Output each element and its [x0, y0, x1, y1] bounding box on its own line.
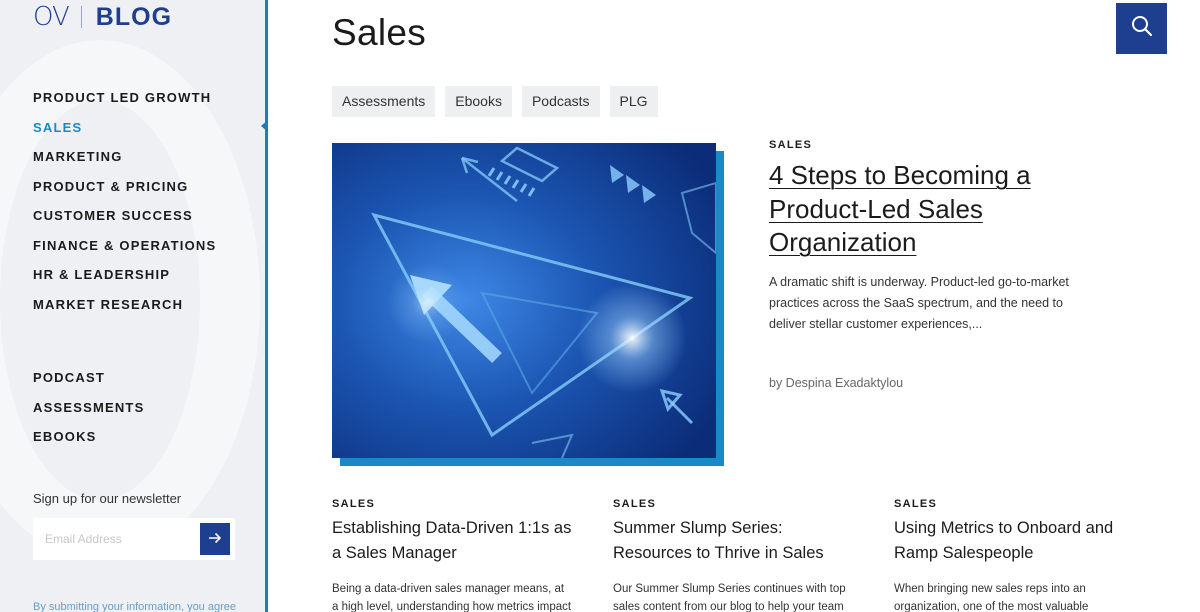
featured-article-image[interactable]: [332, 143, 724, 466]
logo-text: BLOG: [95, 2, 173, 31]
article-card[interactable]: SALES Establishing Data-Driven 1:1s as a…: [332, 498, 572, 612]
sidebar: OV BLOG PRODUCT LED GROWTH SALES MARKETI…: [0, 0, 268, 612]
email-field[interactable]: [33, 518, 200, 560]
nav-item-marketing[interactable]: MARKETING: [33, 147, 216, 177]
nav-item-assessments[interactable]: ASSESSMENTS: [33, 398, 144, 428]
resource-nav: PODCAST ASSESSMENTS EBOOKS: [33, 368, 144, 457]
article-title[interactable]: Using Metrics to Onboard and Ramp Salesp…: [894, 516, 1134, 566]
article-title[interactable]: Summer Slump Series: Resources to Thrive…: [613, 516, 853, 566]
tag-assessments[interactable]: Assessments: [332, 86, 436, 117]
article-card[interactable]: SALES Using Metrics to Onboard and Ramp …: [894, 498, 1134, 612]
article-excerpt: Our Summer Slump Series continues with t…: [613, 583, 846, 612]
nav-item-market-research[interactable]: MARKET RESEARCH: [33, 295, 216, 325]
logo-mark: OV: [33, 2, 70, 32]
newsletter-form: [33, 518, 235, 560]
nav-item-sales[interactable]: SALES: [33, 118, 216, 148]
featured-article-author: by Despina Exadaktylou: [769, 376, 904, 390]
newsletter-submit-button[interactable]: [200, 523, 230, 555]
article-excerpt: When bringing new sales reps into an org…: [894, 583, 1089, 612]
search-button[interactable]: [1116, 3, 1167, 54]
article-category[interactable]: SALES: [894, 498, 1134, 510]
newsletter-disclaimer[interactable]: By submitting your information, you agre…: [33, 601, 236, 612]
active-nav-indicator: [261, 120, 268, 132]
blog-logo[interactable]: OV BLOG: [33, 2, 172, 32]
search-icon: [1130, 14, 1154, 43]
tag-filter-bar: Assessments Ebooks Podcasts PLG: [332, 86, 658, 117]
nav-item-ebooks[interactable]: EBOOKS: [33, 427, 144, 457]
nav-item-product-pricing[interactable]: PRODUCT & PRICING: [33, 177, 216, 207]
article-category[interactable]: SALES: [613, 498, 853, 510]
nav-item-podcast[interactable]: PODCAST: [33, 368, 144, 398]
newsletter-label: Sign up for our newsletter: [33, 491, 182, 506]
tag-podcasts[interactable]: Podcasts: [521, 86, 600, 117]
category-nav: PRODUCT LED GROWTH SALES MARKETING PRODU…: [33, 88, 216, 324]
article-card[interactable]: SALES Summer Slump Series: Resources to …: [613, 498, 853, 612]
article-title[interactable]: Establishing Data-Driven 1:1s as a Sales…: [332, 516, 572, 566]
article-category[interactable]: SALES: [332, 498, 572, 510]
arrow-right-icon: [208, 531, 222, 548]
nav-item-hr-leadership[interactable]: HR & LEADERSHIP: [33, 265, 216, 295]
featured-image-art: [332, 143, 716, 458]
page-title: Sales: [332, 12, 427, 53]
nav-item-customer-success[interactable]: CUSTOMER SUCCESS: [33, 206, 216, 236]
article-excerpt: Being a data-driven sales manager means,…: [332, 583, 572, 612]
logo-divider: [80, 6, 82, 28]
nav-item-product-led-growth[interactable]: PRODUCT LED GROWTH: [33, 88, 216, 118]
featured-category[interactable]: SALES: [769, 139, 812, 151]
featured-article-excerpt: A dramatic shift is underway. Product-le…: [769, 275, 1069, 331]
tag-plg[interactable]: PLG: [609, 86, 658, 117]
featured-article-title[interactable]: 4 Steps to Becoming a Product-Led Sales …: [769, 159, 1079, 260]
tag-ebooks[interactable]: Ebooks: [445, 86, 512, 117]
nav-item-finance-operations[interactable]: FINANCE & OPERATIONS: [33, 236, 216, 266]
